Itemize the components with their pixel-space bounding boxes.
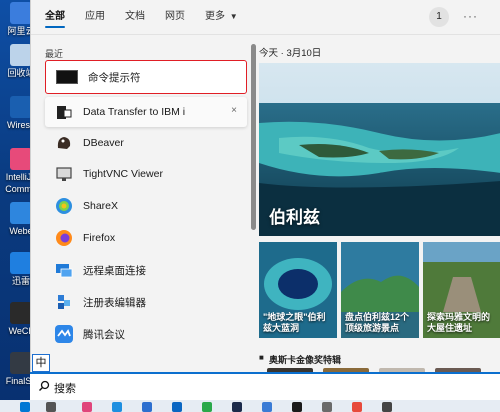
tab-more[interactable]: 更多 ▼ (205, 0, 238, 34)
list-item-sharex[interactable]: ShareX (45, 191, 247, 221)
taskbar (0, 400, 500, 412)
taskbar-app-icon[interactable] (352, 402, 362, 412)
aliyun-icon (10, 2, 32, 24)
list-item-label: 远程桌面连接 (83, 264, 146, 277)
taskbar-app-icon[interactable] (82, 402, 92, 412)
taskbar-app-icon[interactable] (172, 402, 182, 412)
scrollbar-thumb[interactable] (251, 44, 256, 230)
taskbar-app-icon[interactable] (262, 402, 272, 412)
taskbar-app-icon[interactable] (322, 402, 332, 412)
wechat-icon (10, 302, 32, 324)
list-item-ibm[interactable]: Data Transfer to IBM i × (45, 97, 247, 127)
cmd-icon (56, 70, 78, 84)
news-card[interactable]: 盘点伯利兹12个顶级旅游景点 (341, 242, 419, 338)
news-cards: "地球之眼"伯利兹大蓝洞 盘点伯利兹12个顶级旅游景点 探索玛雅文明的大屋住遗址 (259, 242, 500, 338)
news-card-title: "地球之眼"伯利兹大蓝洞 (263, 312, 326, 333)
taskbar-app-icon[interactable] (112, 402, 122, 412)
tab-apps[interactable]: 应用 (85, 0, 105, 34)
finalshell-icon (10, 352, 32, 374)
taskbar-app-icon[interactable] (232, 402, 242, 412)
recycle-bin-icon (10, 44, 32, 66)
list-item-label: DBeaver (83, 137, 124, 149)
account-badge[interactable]: 1 (429, 7, 449, 27)
tencent-meeting-icon (55, 325, 73, 343)
more-options-icon[interactable]: ··· (463, 9, 478, 23)
tab-web[interactable]: 网页 (165, 0, 185, 34)
tab-documents[interactable]: 文档 (125, 0, 145, 34)
xunlei-icon (10, 252, 32, 274)
list-item-firefox[interactable]: Firefox (45, 223, 247, 253)
recent-section-title: 最近 (45, 49, 64, 59)
remote-desktop-icon (56, 264, 73, 278)
ime-indicator[interactable]: 中 (32, 354, 50, 372)
search-panel: 全部 应用 文档 网页 更多 ▼ 1 ··· 最近 命令提示符 Data Tra… (30, 0, 500, 372)
list-item-label: Data Transfer to IBM i (83, 106, 186, 118)
list-item-tencent-meeting[interactable]: 腾讯会议 (45, 319, 247, 349)
desktop-icon-label: 迅雷 (11, 276, 30, 286)
taskbar-app-icon[interactable] (382, 402, 392, 412)
wireshark-icon (10, 96, 32, 118)
section-title: 奥斯卡金像奖特辑 (269, 355, 342, 365)
news-card-title: 探索玛雅文明的大屋住遗址 (427, 312, 491, 333)
list-item-label: 命令提示符 (88, 71, 141, 84)
firefox-icon (56, 230, 72, 246)
chevron-down-icon: ▼ (229, 12, 238, 21)
list-item-label: Firefox (83, 232, 116, 244)
list-item-regedit[interactable]: 注册表编辑器 (45, 287, 247, 317)
list-item-remote-desktop[interactable]: 远程桌面连接 (45, 255, 247, 285)
list-item-label: TightVNC Viewer (83, 168, 163, 180)
dbeaver-icon (57, 137, 71, 149)
search-icon (39, 380, 50, 391)
webex-icon (10, 202, 32, 224)
search-input[interactable]: 搜索 (54, 380, 76, 396)
news-pane: 今天 · 3月10日 伯利兹 "地球之眼"伯利兹大蓝洞 盘点伯利兹12个顶级旅游… (259, 35, 500, 372)
taskbar-search-icon[interactable] (46, 402, 56, 412)
list-item-label: ShareX (83, 200, 119, 212)
news-card[interactable]: "地球之眼"伯利兹大蓝洞 (259, 242, 337, 338)
news-card[interactable]: 探索玛雅文明的大屋住遗址 (423, 242, 500, 338)
list-item-cmd[interactable]: 命令提示符 (45, 60, 247, 94)
list-item-tightvnc[interactable]: TightVNC Viewer (45, 159, 247, 189)
news-date: 今天 · 3月10日 (259, 48, 322, 59)
sharex-icon (56, 198, 72, 214)
search-bar[interactable]: 搜索 (30, 372, 500, 400)
taskbar-app-icon[interactable] (292, 402, 302, 412)
windows-start-icon[interactable] (20, 402, 30, 412)
tab-more-label: 更多 (205, 11, 225, 22)
taskbar-app-icon[interactable] (202, 402, 212, 412)
section-icon: ■ (259, 353, 264, 362)
regedit-icon (58, 295, 70, 309)
tab-all[interactable]: 全部 (45, 0, 65, 34)
news-card-title: 盘点伯利兹12个顶级旅游景点 (345, 312, 410, 333)
hero-title: 伯利兹 (269, 208, 320, 227)
vnc-icon (56, 167, 72, 181)
close-icon[interactable]: × (231, 105, 237, 116)
taskbar-app-icon[interactable] (142, 402, 152, 412)
intellij-icon (10, 148, 32, 170)
list-item-dbeaver[interactable]: DBeaver (45, 128, 247, 158)
hero-image[interactable]: 伯利兹 (259, 63, 500, 236)
recent-list: 最近 命令提示符 Data Transfer to IBM i × DBeave… (31, 35, 251, 372)
ibm-icon (57, 106, 72, 119)
list-item-label: 腾讯会议 (83, 328, 125, 341)
list-item-label: 注册表编辑器 (83, 296, 146, 309)
